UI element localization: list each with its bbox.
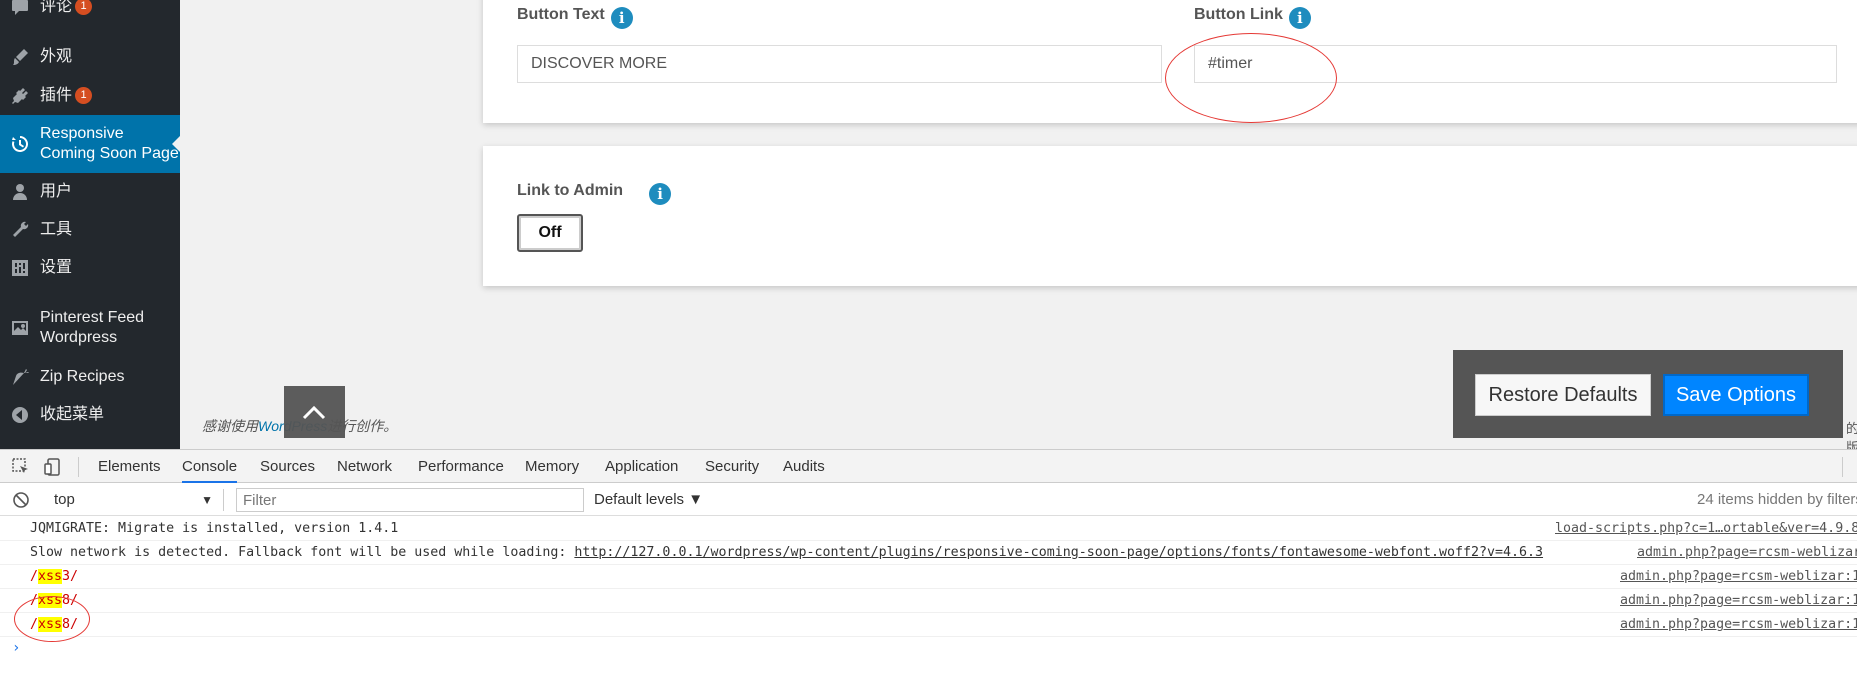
console-source-link[interactable]: admin.php?page=rcsm-weblizar:1 bbox=[1620, 613, 1857, 637]
info-icon[interactable]: i bbox=[649, 183, 672, 205]
sidebar-item-users[interactable]: 用户 bbox=[0, 173, 180, 211]
collapse-icon bbox=[10, 405, 30, 425]
update-badge: 1 bbox=[75, 87, 93, 104]
dropdown-arrow-icon: ▼ bbox=[688, 491, 704, 508]
tab-audits[interactable]: Audits bbox=[783, 450, 825, 483]
console-message-text: JQMIGRATE: Migrate is installed, version… bbox=[30, 521, 399, 536]
sidebar-item-label: 用户 bbox=[40, 183, 73, 200]
options-action-bar: Restore Defaults Save Options bbox=[1453, 350, 1843, 438]
sidebar-item-tools[interactable]: 工具 bbox=[0, 211, 180, 249]
console-source-link[interactable]: admin.php?page=rcsm-weblizar:1 bbox=[1620, 589, 1857, 613]
sidebar-item-label: 评论 bbox=[40, 0, 73, 15]
plugin-icon bbox=[10, 86, 30, 106]
button-text-input[interactable] bbox=[517, 45, 1162, 83]
admin-sidebar: 评论 1 外观 插件 1 Responsive Coming Soon Page 用户… bbox=[0, 0, 180, 449]
hidden-items-count: 24 items hidden by filters bbox=[1697, 491, 1857, 508]
carrot-icon bbox=[10, 367, 30, 387]
chevron-up-icon bbox=[302, 405, 326, 420]
tab-sources[interactable]: Sources bbox=[260, 450, 315, 483]
tab-memory[interactable]: Memory bbox=[525, 450, 579, 483]
toolbar-divider bbox=[1842, 457, 1843, 477]
tab-security[interactable]: Security bbox=[705, 450, 759, 483]
button-link-label: Button Link i bbox=[1194, 6, 1311, 29]
footer-version-text: 的版 bbox=[1846, 421, 1857, 449]
sidebar-item-comments[interactable]: 评论 1 bbox=[0, 0, 180, 26]
sidebar-item-plugins[interactable]: 插件 1 bbox=[0, 77, 180, 115]
sidebar-item-label: Pinterest Feed bbox=[40, 309, 145, 326]
info-icon[interactable]: i bbox=[1288, 7, 1311, 29]
sidebar-item-label: Responsive bbox=[40, 125, 124, 142]
button-text-label: Button Text i bbox=[517, 6, 633, 29]
sidebar-item-zip-recipes[interactable]: Zip Recipes bbox=[0, 358, 180, 396]
annotation-ellipse bbox=[1165, 33, 1337, 123]
settings-icon bbox=[10, 258, 30, 278]
console-source-link[interactable]: load-scripts.php?c=1…ortable&ver=4.9.8:9 bbox=[1555, 517, 1857, 541]
search-highlight: xss bbox=[38, 569, 63, 584]
sidebar-item-label: Coming Soon Page bbox=[40, 145, 179, 162]
console-message-text: Slow network is detected. Fallback font … bbox=[30, 545, 575, 560]
context-select[interactable]: top ▼ bbox=[46, 489, 224, 511]
sidebar-item-settings[interactable]: 设置 bbox=[0, 249, 180, 287]
user-icon bbox=[10, 182, 30, 202]
sidebar-item-label: 收起菜单 bbox=[40, 406, 105, 423]
link-to-admin-panel: Link to Admin i Off bbox=[483, 146, 1857, 286]
console-source-link[interactable]: admin.php?page=rcsm-weblizar:1 bbox=[1637, 541, 1857, 565]
sidebar-item-pinterest-feed[interactable]: Pinterest Feed Wordpress bbox=[0, 299, 180, 357]
link-to-admin-label: Link to Admin i bbox=[517, 182, 672, 205]
sidebar-item-label: 外观 bbox=[40, 48, 73, 65]
comment-icon bbox=[10, 0, 30, 17]
wrench-icon bbox=[10, 220, 30, 240]
inspect-element-icon[interactable] bbox=[11, 457, 31, 477]
device-toolbar-icon[interactable] bbox=[43, 457, 63, 477]
console-message: JQMIGRATE: Migrate is installed, version… bbox=[0, 517, 1857, 541]
annotation-ellipse bbox=[14, 596, 90, 642]
clear-console-icon[interactable] bbox=[12, 491, 30, 509]
image-icon bbox=[10, 318, 30, 338]
paintbrush-icon bbox=[10, 47, 30, 67]
tab-elements[interactable]: Elements bbox=[98, 450, 161, 483]
sidebar-item-label: Zip Recipes bbox=[40, 368, 125, 385]
link-to-admin-toggle[interactable]: Off bbox=[517, 214, 583, 252]
console-message: /xss8/ admin.php?page=rcsm-weblizar:1 bbox=[0, 589, 1857, 613]
devtools-tabbar: Elements Console Sources Network Perform… bbox=[0, 450, 1857, 483]
console-message: Slow network is detected. Fallback font … bbox=[0, 541, 1857, 565]
tab-performance[interactable]: Performance bbox=[418, 450, 504, 483]
console-toolbar: top ▼ Default levels ▼ 24 items hidden by… bbox=[0, 483, 1857, 516]
info-icon[interactable]: i bbox=[610, 7, 633, 29]
log-levels-dropdown[interactable]: Default levels ▼ bbox=[594, 489, 703, 511]
tab-application[interactable]: Application bbox=[605, 450, 678, 483]
scroll-to-top-button[interactable] bbox=[284, 386, 345, 438]
sidebar-item-label: 设置 bbox=[40, 259, 73, 276]
toolbar-divider bbox=[78, 457, 79, 477]
console-filter-input[interactable] bbox=[236, 488, 584, 512]
restore-defaults-button[interactable]: Restore Defaults bbox=[1475, 374, 1651, 416]
sidebar-item-appearance[interactable]: 外观 bbox=[0, 38, 180, 76]
sidebar-item-label: Wordpress bbox=[40, 329, 118, 346]
collapse-menu-button[interactable]: 收起菜单 bbox=[0, 396, 180, 434]
update-badge: 1 bbox=[75, 0, 93, 15]
console-message: /xss8/ admin.php?page=rcsm-weblizar:1 bbox=[0, 613, 1857, 637]
console-prompt[interactable]: › bbox=[12, 640, 20, 656]
sidebar-item-label: 插件 bbox=[40, 87, 73, 104]
history-icon bbox=[10, 134, 30, 154]
tab-network[interactable]: Network bbox=[337, 450, 392, 483]
sidebar-item-responsive-coming-soon[interactable]: Responsive Coming Soon Page bbox=[0, 115, 180, 173]
dropdown-arrow-icon: ▼ bbox=[201, 493, 213, 507]
wordpress-admin: 评论 1 外观 插件 1 Responsive Coming Soon Page 用户… bbox=[0, 0, 1857, 449]
context-value: top bbox=[54, 491, 75, 508]
console-source-link[interactable]: admin.php?page=rcsm-weblizar:1 bbox=[1620, 565, 1857, 589]
tab-console[interactable]: Console bbox=[182, 450, 238, 483]
devtools-panel: Elements Console Sources Network Perform… bbox=[0, 449, 1857, 687]
font-url-link[interactable]: http://127.0.0.1/wordpress/wp-content/pl… bbox=[574, 545, 1543, 560]
save-options-button[interactable]: Save Options bbox=[1663, 374, 1809, 416]
console-xss-output: /xss3/ bbox=[30, 569, 79, 584]
console-message: /xss3/ admin.php?page=rcsm-weblizar:1 bbox=[0, 565, 1857, 589]
sidebar-item-label: 工具 bbox=[40, 221, 73, 238]
